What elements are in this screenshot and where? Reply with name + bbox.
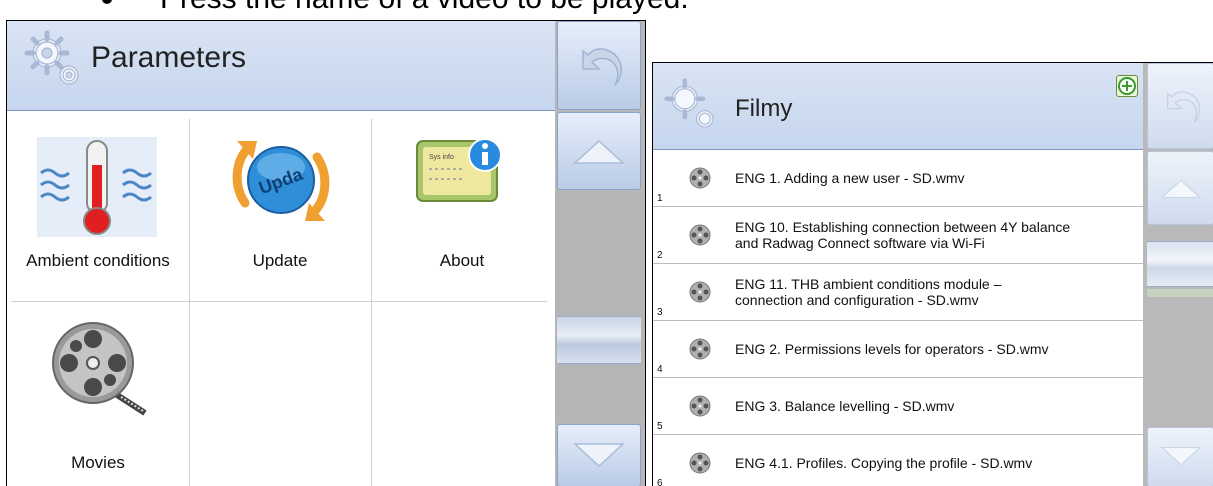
film-reel-icon (689, 281, 711, 303)
tile-label: Movies (71, 453, 125, 472)
movies-list: 1 ENG 1. Adding a new user - SD.wmv 2 EN… (653, 150, 1143, 486)
movies-header: Filmy (653, 63, 1143, 150)
scroll-up-button[interactable] (1147, 151, 1213, 225)
instruction-caption: Press the name of a video to be played. (0, 0, 1213, 20)
tile-label: About (439, 251, 485, 270)
scroll-marker (1147, 289, 1213, 297)
parameters-grid: Ambient conditions Upda Update Sys info (7, 111, 555, 486)
arrow-up-icon (1160, 179, 1201, 199)
back-button[interactable] (557, 21, 641, 110)
gears-icon (664, 78, 714, 128)
item-number: 3 (657, 307, 663, 318)
video-name: ENG 11. THB ambient conditions module – … (735, 276, 1002, 308)
scroll-up-button[interactable] (557, 112, 641, 190)
page-title: Filmy (735, 95, 793, 122)
video-name: ENG 3. Balance levelling - SD.wmv (735, 398, 955, 414)
list-item[interactable]: 6 ENG 4.1. Profiles. Copying the profile… (653, 435, 1143, 486)
undo-arrow-icon (1166, 91, 1200, 123)
arrow-down-icon (573, 442, 625, 467)
about-icon-text: Sys info (429, 154, 454, 161)
tile-label: Update (252, 251, 308, 270)
list-item[interactable]: 2 ENG 10. Establishing connection betwee… (653, 207, 1143, 264)
item-number: 4 (657, 364, 663, 375)
add-button[interactable] (1116, 75, 1138, 97)
instruction-text: Press the name of a video to be played. (160, 0, 689, 16)
video-name: ENG 10. Establishing connection between … (735, 219, 1071, 251)
list-item[interactable]: 4 ENG 2. Permissions levels for operator… (653, 321, 1143, 378)
movies-window: Filmy 1 ENG 1. Adding a new user - SD.wm… (652, 62, 1213, 486)
tile-about[interactable]: Sys info About (371, 111, 553, 299)
item-number: 5 (657, 421, 663, 432)
film-reel-icon (689, 452, 711, 474)
list-item[interactable]: 1 ENG 1. Adding a new user - SD.wmv (653, 150, 1143, 207)
movies-sidebar (1143, 63, 1213, 486)
update-icon: Upda (232, 141, 330, 221)
parameters-header: Parameters (7, 21, 555, 111)
item-number: 2 (657, 250, 663, 261)
bullet (102, 0, 112, 4)
plus-circle-icon (1118, 77, 1136, 95)
page-title: Parameters (91, 41, 247, 74)
parameters-window: Parameters Ambient conditions Upda Updat… (6, 20, 646, 486)
film-reel-icon (689, 224, 711, 246)
thermometer-icon (37, 137, 157, 237)
list-item[interactable]: 5 ENG 3. Balance levelling - SD.wmv (653, 378, 1143, 435)
scrollbar-track[interactable] (555, 192, 645, 422)
arrow-up-icon (573, 139, 625, 164)
list-item[interactable]: 3 ENG 11. THB ambient conditions module … (653, 264, 1143, 321)
scrollbar-track[interactable] (1143, 227, 1213, 425)
item-number: 6 (657, 478, 663, 486)
video-name: ENG 2. Permissions levels for operators … (735, 341, 1049, 357)
film-reel-icon (52, 322, 147, 416)
video-name: ENG 4.1. Profiles. Copying the profile -… (735, 455, 1033, 471)
tile-movies[interactable]: Movies (7, 301, 189, 486)
gears-icon (24, 30, 79, 85)
tile-update[interactable]: Upda Update (189, 111, 371, 299)
film-reel-icon (689, 167, 711, 189)
film-reel-icon (689, 338, 711, 360)
parameters-sidebar (555, 21, 645, 486)
film-reel-icon (689, 395, 711, 417)
info-card-icon: Sys info (416, 138, 502, 202)
video-name: ENG 1. Adding a new user - SD.wmv (735, 170, 965, 186)
arrow-down-icon (1160, 446, 1201, 466)
scrollbar-thumb[interactable] (557, 316, 641, 364)
scroll-down-button[interactable] (557, 424, 641, 486)
scroll-down-button[interactable] (1147, 427, 1213, 486)
back-button[interactable] (1147, 63, 1213, 149)
undo-arrow-icon (582, 47, 622, 86)
tile-ambient-conditions[interactable]: Ambient conditions (7, 111, 189, 299)
item-number: 1 (657, 193, 663, 204)
scrollbar-thumb[interactable] (1147, 241, 1213, 287)
tile-label: Ambient conditions (26, 251, 170, 270)
